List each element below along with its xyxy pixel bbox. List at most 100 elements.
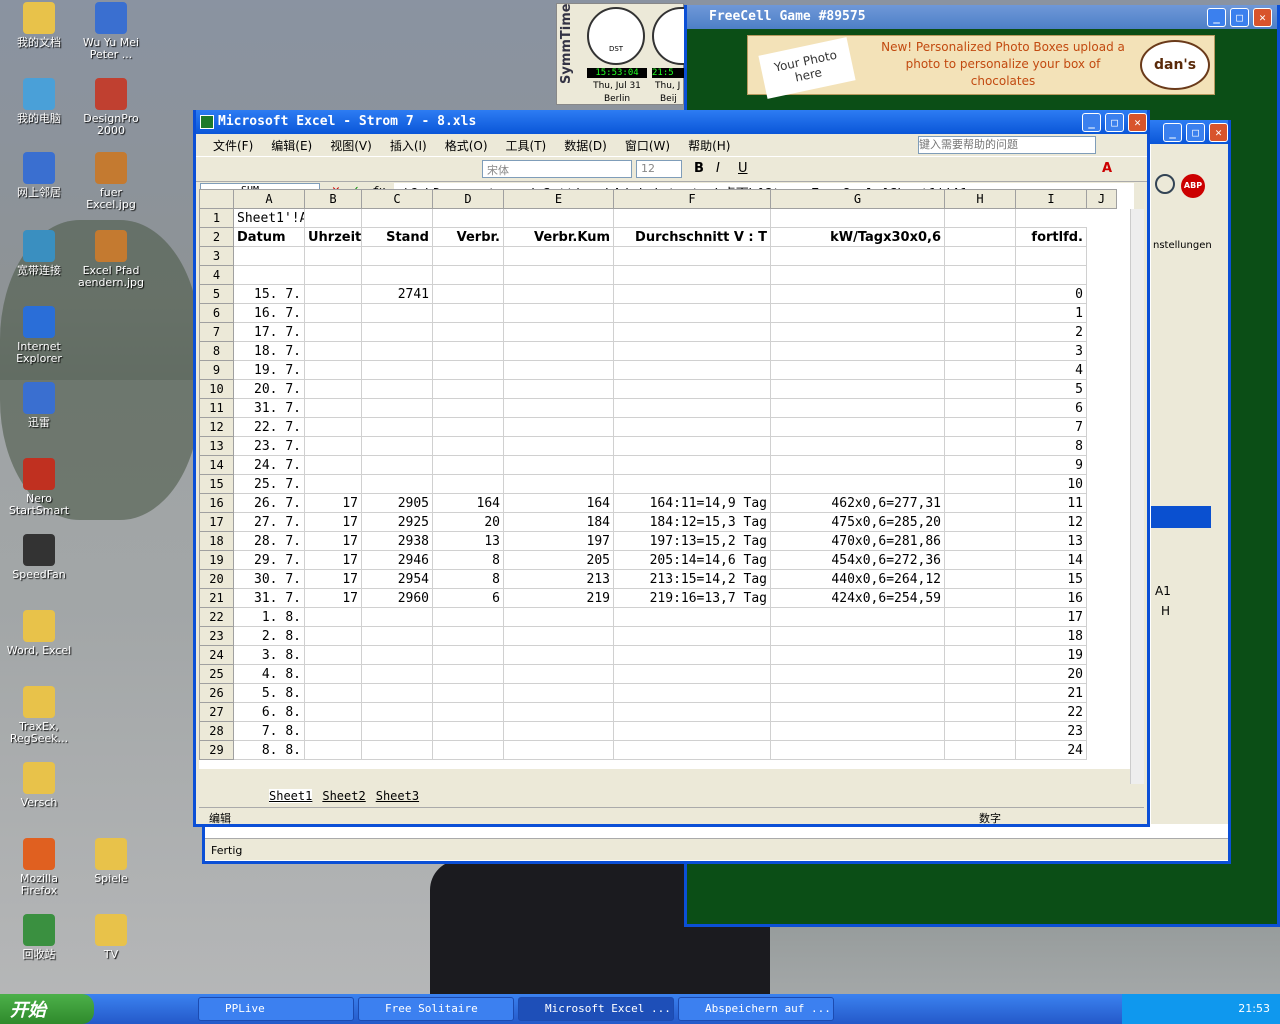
cell[interactable]: 475x0,6=285,20 (770, 512, 945, 532)
desktop-icon[interactable]: SpeedFan (2, 534, 76, 581)
cell[interactable]: 23 (1015, 721, 1087, 741)
freecell-titlebar[interactable]: FreeCell Game #89575 _ □ ✕ (687, 5, 1277, 29)
cell[interactable] (613, 607, 771, 627)
minimize-button[interactable]: _ (1163, 123, 1182, 142)
cell[interactable] (944, 531, 1016, 551)
taskbar-item[interactable]: PPLive (198, 997, 354, 1021)
cell[interactable] (432, 360, 504, 380)
desktop-icon[interactable]: Mozilla Firefox (2, 838, 76, 897)
cell[interactable] (503, 683, 614, 703)
desktop-icon[interactable]: Excel Pfad aendern.jpg (74, 230, 148, 289)
cell[interactable]: 26. 7. (233, 493, 305, 513)
cell[interactable] (944, 398, 1016, 418)
symmtime-widget[interactable]: SymmTime DST 15:53:04 Thu, Jul 31 Berlin… (556, 3, 684, 105)
cell[interactable] (770, 341, 945, 361)
cell[interactable]: 17 (304, 550, 362, 570)
cell[interactable]: 5. 8. (233, 683, 305, 703)
row-header[interactable]: 9 (199, 360, 234, 380)
cell[interactable]: 5 (1015, 379, 1087, 399)
sheet-tab[interactable]: Sheet2 (322, 789, 365, 803)
cell[interactable] (770, 265, 945, 285)
cell[interactable] (432, 284, 504, 304)
cell[interactable] (361, 664, 433, 684)
cell[interactable] (944, 740, 1016, 760)
cell[interactable]: 10 (1015, 474, 1087, 494)
cell[interactable]: 18 (1015, 626, 1087, 646)
cell[interactable] (503, 208, 614, 228)
cell[interactable] (944, 702, 1016, 722)
column-header[interactable]: C (361, 189, 433, 209)
close-button[interactable]: ✕ (1209, 123, 1228, 142)
cell[interactable]: 20 (1015, 664, 1087, 684)
menu-item[interactable]: 文件(F) (204, 137, 262, 154)
cell[interactable]: 12 (1015, 512, 1087, 532)
cell[interactable]: 0 (1015, 284, 1087, 304)
cell[interactable] (503, 626, 614, 646)
column-header[interactable]: F (613, 189, 771, 209)
row-header[interactable]: 12 (199, 417, 234, 437)
cell[interactable]: 2905 (361, 493, 433, 513)
cell[interactable]: 15. 7. (233, 284, 305, 304)
cell[interactable] (770, 246, 945, 266)
cell[interactable] (944, 683, 1016, 703)
cell[interactable] (304, 246, 362, 266)
cell[interactable]: Sheet1'!A (233, 208, 305, 228)
cell[interactable] (361, 322, 433, 342)
cell[interactable] (770, 740, 945, 760)
cell[interactable] (613, 246, 771, 266)
cell[interactable]: 28. 7. (233, 531, 305, 551)
cell[interactable] (304, 417, 362, 437)
cell[interactable] (503, 721, 614, 741)
cell[interactable] (432, 208, 504, 228)
menu-item[interactable]: 窗口(W) (616, 137, 679, 154)
cell[interactable] (944, 208, 1016, 228)
row-header[interactable]: 2 (199, 227, 234, 247)
cell[interactable]: 219:16=13,7 Tag (613, 588, 771, 608)
cell[interactable] (613, 398, 771, 418)
row-header[interactable]: 3 (199, 246, 234, 266)
maximize-button[interactable]: □ (1186, 123, 1205, 142)
row-header[interactable]: 27 (199, 702, 234, 722)
cell[interactable] (944, 227, 1016, 247)
cell[interactable] (770, 607, 945, 627)
desktop-icon[interactable]: 迅雷 (2, 382, 76, 429)
select-all-corner[interactable] (199, 189, 234, 209)
cell[interactable]: Datum (233, 227, 305, 247)
bold-icon[interactable]: B (694, 161, 704, 176)
cell[interactable] (304, 284, 362, 304)
cell[interactable] (770, 284, 945, 304)
cell[interactable]: 17 (304, 588, 362, 608)
cell[interactable]: Verbr.Kum (503, 227, 614, 247)
cell[interactable]: 16. 7. (233, 303, 305, 323)
row-header[interactable]: 19 (199, 550, 234, 570)
menu-item[interactable]: 视图(V) (321, 137, 381, 154)
vertical-scrollbar[interactable] (1130, 209, 1144, 784)
cell[interactable] (770, 208, 945, 228)
cell[interactable] (432, 417, 504, 437)
cell[interactable] (944, 474, 1016, 494)
desktop-icon[interactable]: fuer Excel.jpg (74, 152, 148, 211)
cell[interactable]: 20 (432, 512, 504, 532)
cell[interactable]: Stand (361, 227, 433, 247)
cell[interactable]: 6 (432, 588, 504, 608)
cell[interactable] (432, 740, 504, 760)
cell[interactable] (233, 246, 305, 266)
row-header[interactable]: 5 (199, 284, 234, 304)
cell[interactable]: 18. 7. (233, 341, 305, 361)
underline-icon[interactable]: U (738, 161, 748, 176)
cell[interactable] (304, 740, 362, 760)
cell[interactable] (944, 493, 1016, 513)
cell[interactable] (613, 303, 771, 323)
cell[interactable] (613, 626, 771, 646)
cell[interactable]: 17 (304, 531, 362, 551)
cell[interactable]: 22. 7. (233, 417, 305, 437)
cell[interactable]: 8 (432, 569, 504, 589)
row-header[interactable]: 16 (199, 493, 234, 513)
menu-item[interactable]: 帮助(H) (679, 137, 739, 154)
sheet-tab[interactable]: Sheet1 (269, 789, 313, 803)
cell[interactable] (361, 474, 433, 494)
cell[interactable]: 184:12=15,3 Tag (613, 512, 771, 532)
cell[interactable] (770, 436, 945, 456)
minimize-button[interactable]: _ (1207, 8, 1226, 27)
cell[interactable] (613, 417, 771, 437)
